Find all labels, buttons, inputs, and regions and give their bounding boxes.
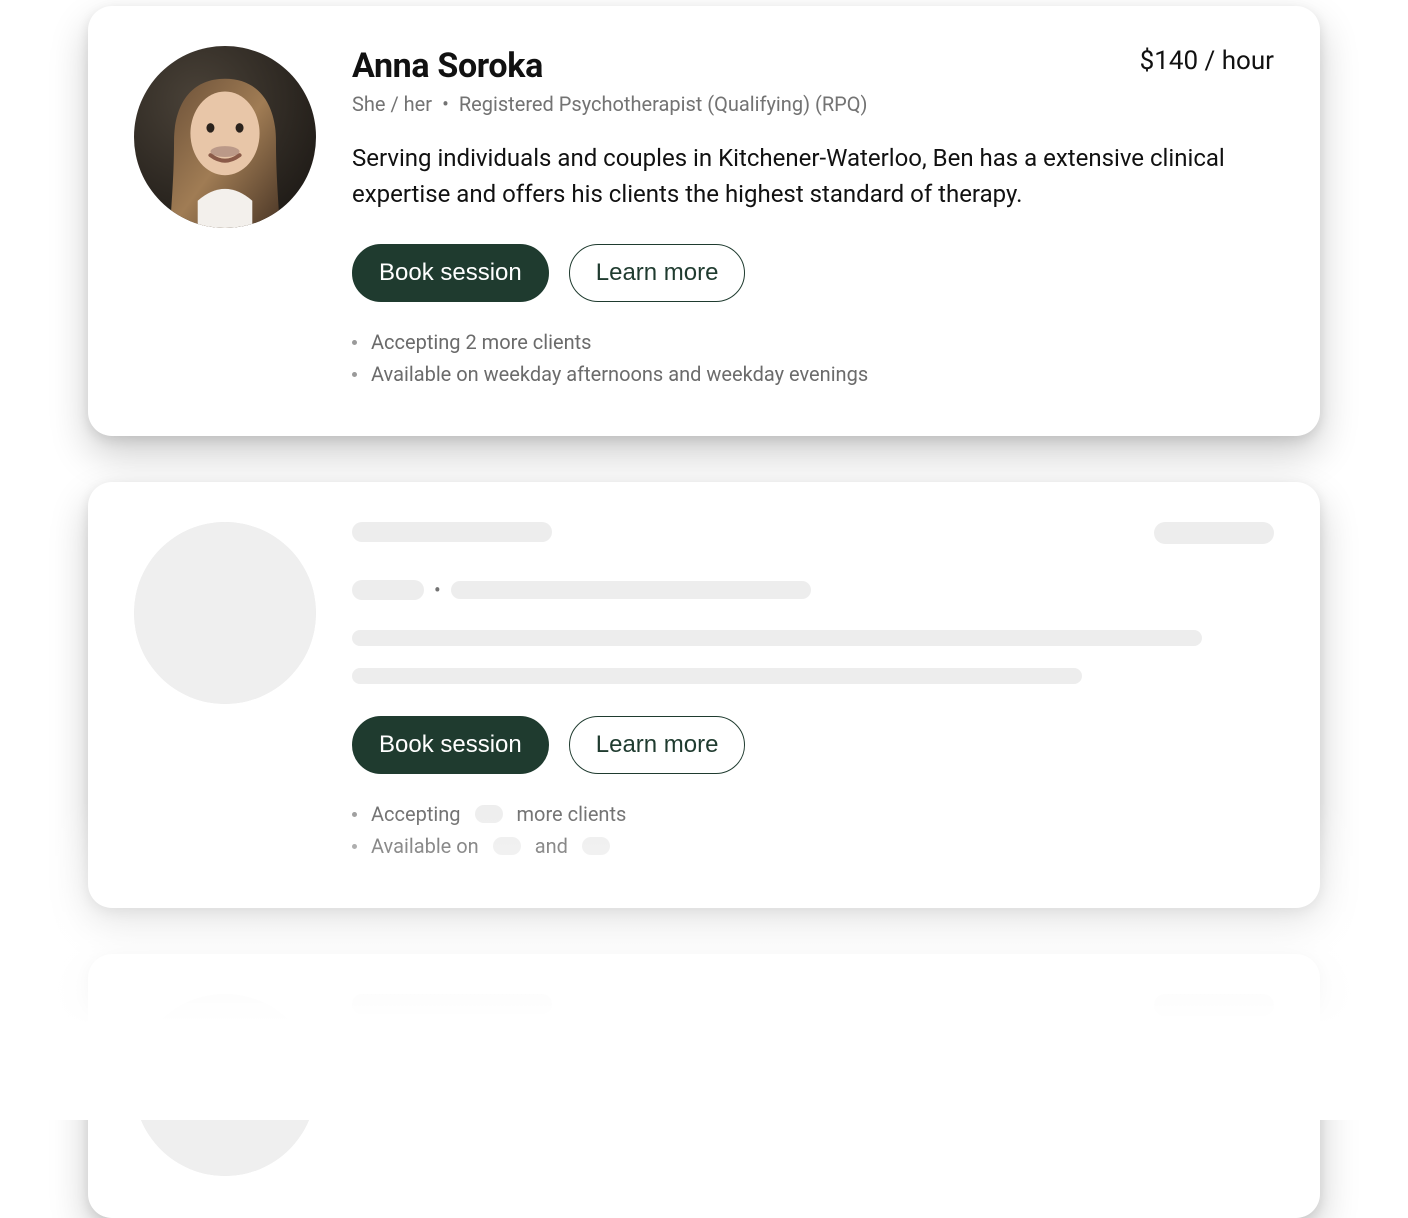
accepting-prefix: Accepting xyxy=(371,802,461,826)
skeleton-pronouns xyxy=(352,1052,424,1072)
card-content: • xyxy=(352,994,1274,1176)
available-mid: and xyxy=(535,834,568,858)
therapist-card-skeleton: • xyxy=(88,954,1320,1218)
availability-item: Available on weekday afternoons and week… xyxy=(352,362,1274,386)
learn-more-button[interactable]: Learn more xyxy=(569,716,746,774)
therapist-card-skeleton: • Book session Learn more Accepting more… xyxy=(88,482,1320,908)
price: $140 / hour xyxy=(1140,46,1274,76)
accepting-item: Accepting 2 more clients xyxy=(352,330,1274,354)
skeleton-inline xyxy=(493,837,521,855)
available-prefix: Available on xyxy=(371,834,479,858)
skeleton-price xyxy=(1154,522,1274,544)
bullet-icon xyxy=(352,372,357,377)
bullet-icon xyxy=(352,812,357,817)
avatar-photo-icon xyxy=(134,46,316,228)
meta-separator-icon: • xyxy=(434,1050,441,1074)
bio: Serving individuals and couples in Kitch… xyxy=(352,140,1272,212)
skeleton-price xyxy=(1154,994,1274,1016)
bullet-icon xyxy=(352,844,357,849)
therapist-card: Anna Soroka $140 / hour She / her • Regi… xyxy=(88,6,1320,436)
bullet-icon xyxy=(352,340,357,345)
card-content: Anna Soroka $140 / hour She / her • Regi… xyxy=(352,46,1274,394)
learn-more-button[interactable]: Learn more xyxy=(569,244,746,302)
book-session-button[interactable]: Book session xyxy=(352,716,549,774)
skeleton-pronouns xyxy=(352,580,424,600)
pronouns: She / her xyxy=(352,92,432,116)
meta-separator-icon: • xyxy=(442,92,449,116)
accepting-text: Accepting 2 more clients xyxy=(371,330,591,354)
avatar-placeholder xyxy=(134,522,316,704)
accepting-item: Accepting more clients xyxy=(352,802,1274,826)
meta-separator-icon: • xyxy=(434,578,441,602)
avatar xyxy=(134,46,316,228)
skeleton-bio-line xyxy=(352,630,1202,646)
accepting-suffix: more clients xyxy=(517,802,627,826)
availability-text: Available on weekday afternoons and week… xyxy=(371,362,868,386)
availability-item: Available on and xyxy=(352,834,1274,858)
skeleton-inline xyxy=(475,805,503,823)
skeleton-credentials xyxy=(451,1053,811,1071)
skeleton-inline xyxy=(582,837,610,855)
skeleton-credentials xyxy=(451,581,811,599)
book-session-button[interactable]: Book session xyxy=(352,244,549,302)
credentials: Registered Psychotherapist (Qualifying) … xyxy=(459,92,868,116)
therapist-name: Anna Soroka xyxy=(352,46,543,86)
skeleton-name xyxy=(352,994,552,1014)
skeleton-name xyxy=(352,522,552,542)
skeleton-bio-line xyxy=(352,668,1082,684)
card-content: • Book session Learn more Accepting more… xyxy=(352,522,1274,866)
avatar-placeholder xyxy=(134,994,316,1176)
